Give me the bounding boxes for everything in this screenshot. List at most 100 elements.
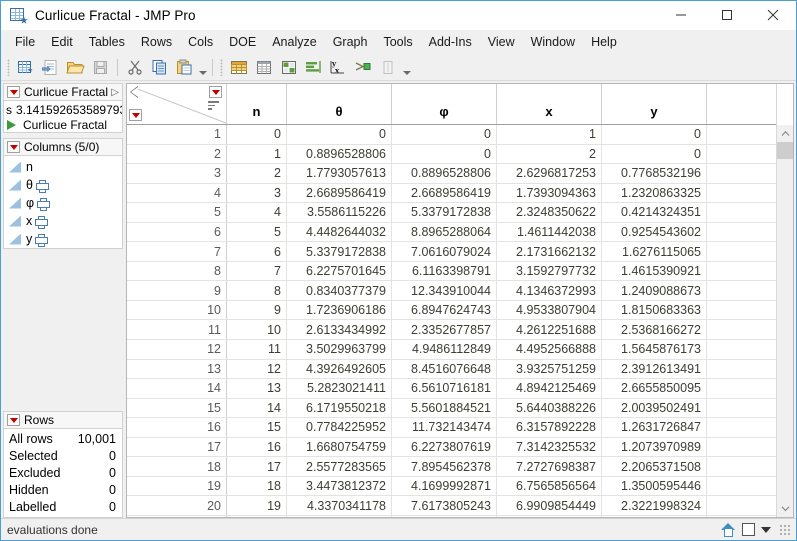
- report-icon[interactable]: [251, 56, 276, 79]
- table-cell-theta[interactable]: 0.8340377379: [287, 281, 392, 300]
- table-cell-theta[interactable]: 0.7784225952: [287, 418, 392, 437]
- table-cell-theta[interactable]: 6.2275701645: [287, 261, 392, 281]
- menu-tables[interactable]: Tables: [81, 32, 133, 53]
- save-icon[interactable]: [88, 56, 113, 79]
- row-number-cell[interactable]: 11: [127, 320, 227, 340]
- table-cell-phi[interactable]: 5.3379172838: [392, 203, 497, 222]
- menu-graph[interactable]: Graph: [325, 32, 376, 53]
- scroll-up-icon[interactable]: [777, 125, 793, 142]
- table-row[interactable]: 3 2 1.7793057613 0.8896528806 2.6296817253 0.…: [127, 164, 776, 184]
- status-dropdown-icon[interactable]: [761, 526, 771, 533]
- table-cell-theta[interactable]: 5.3379172838: [287, 242, 392, 261]
- table-cell-theta[interactable]: 6.1719550218: [287, 398, 392, 418]
- row-number-cell[interactable]: 7: [127, 242, 227, 261]
- table-cell-x[interactable]: 1: [497, 125, 602, 144]
- table-cell-n[interactable]: 9: [227, 300, 287, 320]
- menu-view[interactable]: View: [480, 32, 523, 53]
- table-cell-y[interactable]: 1.2073970989: [602, 437, 707, 457]
- table-cell-theta[interactable]: 5.2266869984: [287, 515, 392, 517]
- table-cell-phi[interactable]: 5.5601884521: [392, 398, 497, 418]
- table-cell-theta[interactable]: 0: [287, 125, 392, 144]
- row-number-cell[interactable]: 12: [127, 340, 227, 359]
- table-cell-n[interactable]: 15: [227, 418, 287, 437]
- table-cell-x[interactable]: 6.7565856564: [497, 476, 602, 496]
- row-number-cell[interactable]: 15: [127, 398, 227, 418]
- table-row[interactable]: 8 7 6.2275701645 6.1163398791 3.1592797732 1.…: [127, 261, 776, 282]
- table-row[interactable]: 5 4 3.5586115226 5.3379172838 2.3248350622 0.…: [127, 203, 776, 223]
- table-cell-phi[interactable]: 2.3352677857: [392, 320, 497, 340]
- table-variable-row[interactable]: s 3.1415926535897932: [4, 101, 122, 117]
- distribution-icon[interactable]: [301, 56, 326, 79]
- table-cell-n[interactable]: 11: [227, 340, 287, 359]
- table-cell-x[interactable]: 4.9533807904: [497, 300, 602, 320]
- table-cell-theta[interactable]: 3.5586115226: [287, 203, 392, 222]
- table-cell-y[interactable]: 2.0039502491: [602, 398, 707, 418]
- red-triangle-menu-icon[interactable]: [7, 141, 20, 153]
- column-header-theta[interactable]: θ: [287, 84, 392, 124]
- fit-model-icon[interactable]: [351, 56, 376, 79]
- grid-corner-cell[interactable]: [127, 84, 227, 124]
- table-row[interactable]: 17 16 1.6680754759 6.2273807619 7.3142325532…: [127, 437, 776, 458]
- table-row[interactable]: 19 18 3.4473812372 4.1699992871 6.7565856564…: [127, 476, 776, 497]
- table-cell-n[interactable]: 13: [227, 379, 287, 398]
- table-cell-x[interactable]: 2.3248350622: [497, 203, 602, 222]
- red-triangle-menu-icon[interactable]: [7, 86, 20, 98]
- table-cell-phi[interactable]: 8.4516076648: [392, 359, 497, 379]
- copy-icon[interactable]: [147, 56, 172, 79]
- table-cell-y[interactable]: 0: [602, 125, 707, 144]
- table-cell-y[interactable]: 1.5645876173: [602, 340, 707, 359]
- table-row[interactable]: 2 1 0.8896528806 0 2 0: [127, 144, 776, 165]
- column-header-y[interactable]: y: [602, 84, 707, 124]
- table-row[interactable]: 12 11 3.5029963799 4.9486112849 4.4952566888…: [127, 340, 776, 360]
- menu-add-ins[interactable]: Add-Ins: [421, 32, 480, 53]
- table-cell-phi[interactable]: 6.2273807619: [392, 437, 497, 457]
- table-row[interactable]: 16 15 0.7784225952 11.732143474 6.3157892228…: [127, 418, 776, 438]
- table-cell-y[interactable]: 1.6276115065: [602, 242, 707, 261]
- close-icon[interactable]: [750, 1, 796, 30]
- red-triangle-menu-icon[interactable]: [129, 109, 142, 121]
- row-number-cell[interactable]: 13: [127, 359, 227, 379]
- table-cell-phi[interactable]: 7.0616079024: [392, 242, 497, 261]
- menu-analyze[interactable]: Analyze: [264, 32, 324, 53]
- row-number-cell[interactable]: 6: [127, 222, 227, 242]
- table-row[interactable]: 15 14 6.1719550218 5.5601884521 5.6440388226…: [127, 398, 776, 419]
- column-header-x[interactable]: x: [497, 84, 602, 124]
- row-number-cell[interactable]: 9: [127, 281, 227, 300]
- table-cell-y[interactable]: 2.3912613491: [602, 359, 707, 379]
- row-number-cell[interactable]: 14: [127, 379, 227, 398]
- table-cell-x[interactable]: 7.3142325532: [497, 437, 602, 457]
- row-number-cell[interactable]: 8: [127, 261, 227, 281]
- table-cell-n[interactable]: 4: [227, 203, 287, 222]
- status-square-icon[interactable]: [742, 523, 755, 536]
- table-cell-x[interactable]: 6.3157892228: [497, 418, 602, 437]
- table-panel-header[interactable]: Curlicue Fractal ▷: [3, 83, 123, 101]
- table-cell-phi[interactable]: 8.8965288064: [392, 222, 497, 242]
- table-cell-phi[interactable]: 12.343910044: [392, 281, 497, 300]
- table-cell-y[interactable]: 1.7477302604: [602, 515, 707, 517]
- row-number-cell[interactable]: 16: [127, 418, 227, 437]
- open-data-table-icon[interactable]: [63, 56, 88, 79]
- table-cell-x[interactable]: 5.6440388226: [497, 398, 602, 418]
- table-cell-theta[interactable]: 2.6689586419: [287, 183, 392, 203]
- table-cell-n[interactable]: 17: [227, 457, 287, 476]
- toolbar-overflow-icon-2[interactable]: [401, 56, 412, 78]
- table-cell-theta[interactable]: 4.4482644032: [287, 222, 392, 242]
- table-row[interactable]: 6 5 4.4482644032 8.8965288064 1.4611442038 0.…: [127, 222, 776, 243]
- table-cell-n[interactable]: 10: [227, 320, 287, 340]
- table-cell-theta[interactable]: 1.6680754759: [287, 437, 392, 457]
- table-cell-phi[interactable]: 0: [392, 125, 497, 144]
- column-header-n[interactable]: n: [227, 84, 287, 124]
- column-item-x[interactable]: x: [4, 212, 122, 230]
- menu-help[interactable]: Help: [583, 32, 625, 53]
- table-cell-theta[interactable]: 3.5029963799: [287, 340, 392, 359]
- row-number-cell[interactable]: 10: [127, 300, 227, 320]
- table-cell-x[interactable]: 1.7393094363: [497, 183, 602, 203]
- scrollbar-track[interactable]: [777, 142, 793, 500]
- table-cell-x[interactable]: 3.9325751259: [497, 359, 602, 379]
- paste-icon[interactable]: [172, 56, 197, 79]
- scrollbar-thumb[interactable]: [777, 142, 793, 159]
- table-cell-x[interactable]: 4.8942125469: [497, 379, 602, 398]
- table-cell-n[interactable]: 0: [227, 125, 287, 144]
- row-number-cell[interactable]: 5: [127, 203, 227, 222]
- table-row[interactable]: 14 13 5.2823021411 6.5610716181 4.8942125469…: [127, 379, 776, 399]
